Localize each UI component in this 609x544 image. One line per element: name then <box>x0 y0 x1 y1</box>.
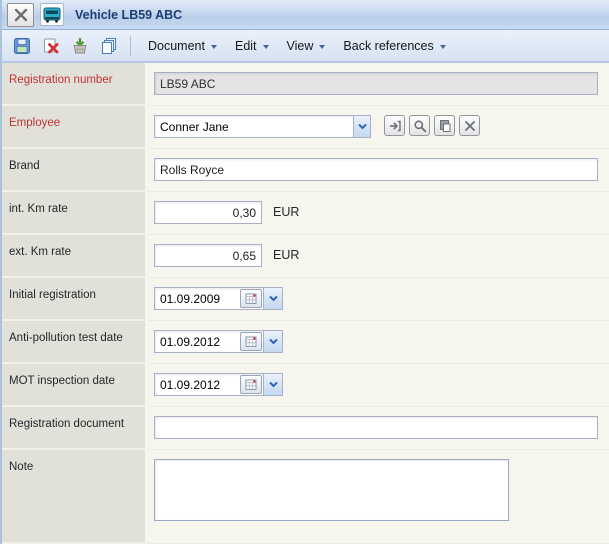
note-field[interactable] <box>154 459 509 521</box>
registration-number-row: Registration number <box>2 63 609 106</box>
initial-registration-datefield <box>154 287 283 310</box>
mot-inspection-date-calendar-button[interactable] <box>240 375 262 394</box>
delete-icon <box>42 37 60 55</box>
clear-icon <box>463 119 477 133</box>
initial-registration-dropdown-button[interactable] <box>263 288 282 309</box>
vehicle-window: Vehicle LB59 ABC <box>0 0 609 544</box>
ext-km-rate-currency: EUR <box>273 244 299 262</box>
anti-pollution-test-date-dropdown-button[interactable] <box>263 331 282 352</box>
initial-registration-input[interactable] <box>155 288 239 309</box>
menu-back-references[interactable]: Back references <box>334 34 454 58</box>
mot-inspection-date-dropdown-button[interactable] <box>263 374 282 395</box>
initial-registration-calendar-button[interactable] <box>240 289 262 308</box>
mot-inspection-date-datefield <box>154 373 283 396</box>
menu-back-references-label: Back references <box>343 39 433 53</box>
int-km-rate-currency: EUR <box>273 201 299 219</box>
page-title: Vehicle LB59 ABC <box>75 8 182 22</box>
calendar-icon <box>245 335 258 348</box>
copy-icon <box>100 37 118 55</box>
chevron-down-icon <box>440 45 446 49</box>
menu-view-label: View <box>287 39 314 53</box>
mot-inspection-date-row: MOT inspection date <box>2 364 609 407</box>
copy-record-icon <box>438 119 452 133</box>
chevron-down-icon <box>269 381 278 388</box>
initial-registration-label: Initial registration <box>2 278 148 321</box>
employee-input[interactable] <box>155 116 353 137</box>
menu-document[interactable]: Document <box>139 34 226 58</box>
note-label: Note <box>2 450 148 544</box>
mot-inspection-date-input[interactable] <box>155 374 239 395</box>
ext-km-rate-label: ext. Km rate <box>2 235 148 278</box>
int-km-rate-row: int. Km rate EUR <box>2 192 609 235</box>
employee-search-button[interactable] <box>409 115 430 136</box>
close-icon <box>13 7 29 23</box>
note-row: Note <box>2 450 609 544</box>
registration-document-row: Registration document <box>2 407 609 450</box>
int-km-rate-label: int. Km rate <box>2 192 148 235</box>
employee-label: Employee <box>2 106 148 149</box>
save-icon <box>13 37 31 55</box>
menu-document-label: Document <box>148 39 205 53</box>
brand-label: Brand <box>2 149 148 192</box>
chevron-down-icon <box>263 45 269 49</box>
anti-pollution-test-date-row: Anti-pollution test date <box>2 321 609 364</box>
chevron-down-icon <box>269 295 278 302</box>
calendar-icon <box>245 292 258 305</box>
employee-row: Employee <box>2 106 609 149</box>
registration-document-field[interactable] <box>154 416 598 439</box>
registration-number-label: Registration number <box>2 63 148 106</box>
employee-copy-record-button[interactable] <box>434 115 455 136</box>
save-button[interactable] <box>9 33 35 59</box>
int-km-rate-field[interactable] <box>154 201 262 224</box>
toolbar: Document Edit View Back references <box>2 30 609 63</box>
menu-edit[interactable]: Edit <box>226 34 278 58</box>
chevron-down-icon <box>211 45 217 49</box>
chevron-down-icon <box>319 45 325 49</box>
delete-button[interactable] <box>38 33 64 59</box>
anti-pollution-test-date-calendar-button[interactable] <box>240 332 262 351</box>
ext-km-rate-field[interactable] <box>154 244 262 267</box>
copy-button[interactable] <box>96 33 122 59</box>
basket-checkin-button[interactable] <box>67 33 93 59</box>
menu-edit-label: Edit <box>235 39 257 53</box>
employee-combobox <box>154 115 371 138</box>
ext-km-rate-row: ext. Km rate EUR <box>2 235 609 278</box>
titlebar: Vehicle LB59 ABC <box>2 0 609 30</box>
registration-document-label: Registration document <box>2 407 148 450</box>
anti-pollution-test-date-label: Anti-pollution test date <box>2 321 148 364</box>
chevron-down-icon <box>269 338 278 345</box>
vehicle-form: Registration number Employee <box>2 63 609 544</box>
employee-dropdown-button[interactable] <box>353 116 370 137</box>
anti-pollution-test-date-datefield <box>154 330 283 353</box>
chevron-down-icon <box>358 123 367 130</box>
mot-inspection-date-label: MOT inspection date <box>2 364 148 407</box>
menu-view[interactable]: View <box>278 34 335 58</box>
initial-registration-row: Initial registration <box>2 278 609 321</box>
toolbar-separator <box>130 36 131 56</box>
brand-field[interactable] <box>154 158 598 181</box>
basket-icon <box>71 37 89 55</box>
search-icon <box>413 119 427 133</box>
anti-pollution-test-date-input[interactable] <box>155 331 239 352</box>
vehicle-icon <box>40 3 64 26</box>
close-button[interactable] <box>7 3 34 27</box>
registration-number-field[interactable] <box>154 72 598 95</box>
brand-row: Brand <box>2 149 609 192</box>
calendar-icon <box>245 378 258 391</box>
goto-record-icon <box>388 119 402 133</box>
employee-goto-button[interactable] <box>384 115 405 136</box>
employee-clear-button[interactable] <box>459 115 480 136</box>
